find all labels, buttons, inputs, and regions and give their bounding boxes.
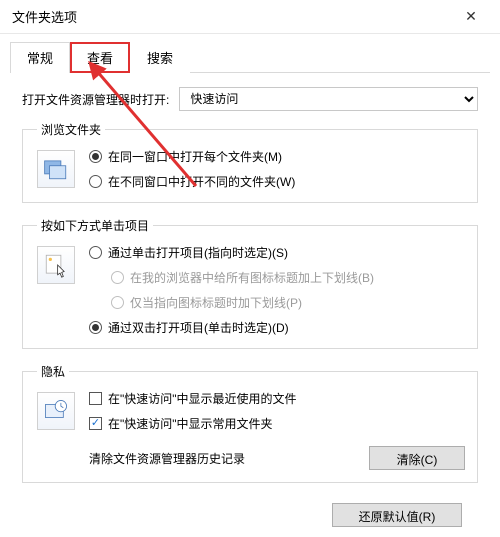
- tab-panel-general: 打开文件资源管理器时打开: 快速访问 浏览文件夹 在同一窗口中打开每个文件夹(M…: [0, 73, 500, 537]
- browse-icon: [37, 150, 75, 188]
- tab-search[interactable]: 搜索: [130, 42, 190, 73]
- check-frequent-folders[interactable]: ✓ 在"快速访问"中显示常用文件夹: [89, 415, 465, 432]
- window-title: 文件夹选项: [12, 7, 450, 26]
- radio-underline-point-label: 仅当指向图标标题时加下划线(P): [130, 294, 302, 311]
- close-icon: ✕: [465, 8, 477, 25]
- radio-new-window-label: 在不同窗口中打开不同的文件夹(W): [108, 173, 295, 190]
- check-frequent-folders-label: 在"快速访问"中显示常用文件夹: [108, 415, 273, 432]
- clear-button-label: 清除(C): [397, 453, 438, 467]
- radio-icon: [89, 321, 102, 334]
- radio-new-window[interactable]: 在不同窗口中打开不同的文件夹(W): [89, 173, 465, 190]
- tabs: 常规 查看 搜索: [0, 34, 500, 73]
- clear-history-label: 清除文件资源管理器历史记录: [89, 450, 357, 467]
- tab-view[interactable]: 查看: [70, 42, 130, 73]
- open-with-row: 打开文件资源管理器时打开: 快速访问: [22, 87, 478, 111]
- radio-underline-all: 在我的浏览器中给所有图标标题加上下划线(B): [89, 269, 465, 286]
- browse-legend: 浏览文件夹: [37, 121, 105, 138]
- click-icon: [37, 246, 75, 284]
- radio-double-click[interactable]: 通过双击打开项目(单击时选定)(D): [89, 319, 465, 336]
- checkbox-icon: [89, 392, 102, 405]
- tab-general-label: 常规: [27, 51, 53, 66]
- radio-icon: [111, 296, 124, 309]
- radio-icon: [111, 271, 124, 284]
- tab-search-label: 搜索: [147, 51, 173, 66]
- radio-underline-point: 仅当指向图标标题时加下划线(P): [89, 294, 465, 311]
- tab-general[interactable]: 常规: [10, 42, 70, 73]
- restore-defaults-label: 还原默认值(R): [359, 510, 436, 524]
- radio-double-click-label: 通过双击打开项目(单击时选定)(D): [108, 319, 289, 336]
- check-recent-files-label: 在"快速访问"中显示最近使用的文件: [108, 390, 297, 407]
- checkbox-icon: ✓: [89, 417, 102, 430]
- click-legend: 按如下方式单击项目: [37, 217, 153, 234]
- titlebar: 文件夹选项 ✕: [0, 0, 500, 34]
- tab-view-label: 查看: [87, 51, 113, 66]
- restore-defaults-button[interactable]: 还原默认值(R): [332, 503, 462, 527]
- radio-icon: [89, 175, 102, 188]
- radio-same-window-label: 在同一窗口中打开每个文件夹(M): [108, 148, 282, 165]
- radio-single-click-label: 通过单击打开项目(指向时选定)(S): [108, 244, 288, 261]
- radio-same-window[interactable]: 在同一窗口中打开每个文件夹(M): [89, 148, 465, 165]
- radio-single-click[interactable]: 通过单击打开项目(指向时选定)(S): [89, 244, 465, 261]
- radio-icon: [89, 150, 102, 163]
- close-button[interactable]: ✕: [450, 4, 492, 30]
- open-with-select[interactable]: 快速访问: [179, 87, 478, 111]
- browse-fieldset: 浏览文件夹 在同一窗口中打开每个文件夹(M) 在不同窗口中打开不同的文件夹(W): [22, 121, 478, 203]
- footer: 还原默认值(R): [22, 497, 478, 527]
- click-fieldset: 按如下方式单击项目 通过单击打开项目(指向时选定)(S) 在我的浏览器中给所有图…: [22, 217, 478, 349]
- radio-icon: [89, 246, 102, 259]
- check-recent-files[interactable]: 在"快速访问"中显示最近使用的文件: [89, 390, 465, 407]
- privacy-icon: [37, 392, 75, 430]
- radio-underline-all-label: 在我的浏览器中给所有图标标题加上下划线(B): [130, 269, 374, 286]
- open-with-label: 打开文件资源管理器时打开:: [22, 91, 169, 108]
- privacy-fieldset: 隐私 在"快速访问"中显示最近使用的文件 ✓ 在"快速访问"中显示常用文件夹 清…: [22, 363, 478, 483]
- clear-button[interactable]: 清除(C): [369, 446, 465, 470]
- privacy-legend: 隐私: [37, 363, 69, 380]
